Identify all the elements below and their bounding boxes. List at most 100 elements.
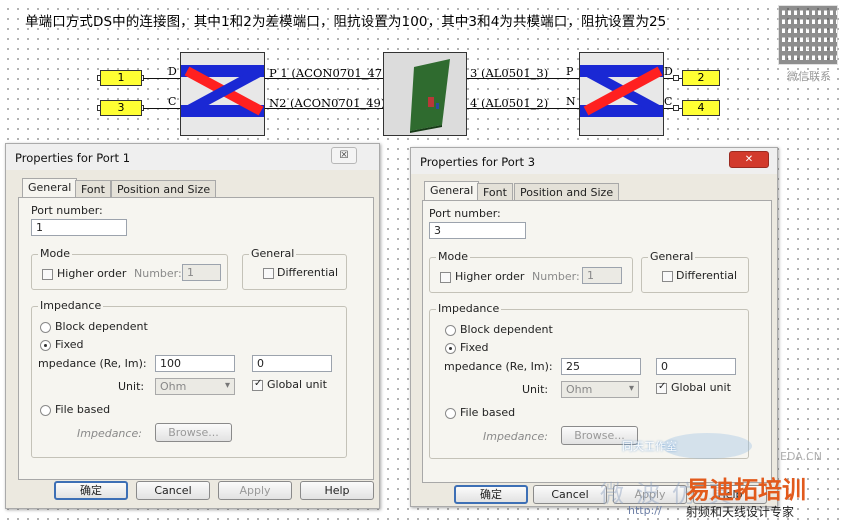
global-unit-checkbox[interactable]	[252, 378, 263, 391]
differential-checkbox[interactable]	[263, 268, 274, 279]
balun-right-pin-n: N	[566, 95, 576, 108]
unit-select[interactable]: Ohm	[561, 381, 639, 398]
wire	[143, 78, 180, 79]
number-input[interactable]: 1	[582, 267, 622, 284]
block-dependent-label: Block dependent	[460, 323, 553, 336]
fixed-label: Fixed	[460, 341, 489, 354]
tab-general[interactable]: General	[424, 181, 480, 200]
tab-position-size[interactable]: Position and Size	[514, 183, 620, 200]
apply-button[interactable]: Apply	[218, 481, 292, 500]
fixed-radio[interactable]	[445, 343, 456, 354]
port-number-input[interactable]: 1	[31, 219, 127, 236]
dialog-port-1: Properties for Port 1 ☒ General Font Pos…	[5, 143, 380, 509]
block-dependent-radio[interactable]	[445, 325, 456, 336]
help-button[interactable]: Help	[300, 481, 374, 500]
port-number-label: Port number:	[429, 207, 501, 220]
unit-label: Unit:	[118, 380, 145, 393]
impedance-file-label: Impedance:	[483, 430, 548, 443]
watermark-top: 同天工作室	[622, 440, 677, 453]
port-4-box[interactable]: 4	[682, 100, 720, 116]
differential-label: Differential	[277, 266, 339, 279]
cancel-button[interactable]: Cancel	[533, 485, 607, 504]
global-unit-label: Global unit	[671, 381, 731, 394]
watermark-orange: 易迪拓培训	[686, 476, 806, 504]
tab-font[interactable]: Font	[477, 183, 513, 200]
impedance-group-title: Impedance	[436, 302, 502, 315]
higher-order-label: Higher order	[455, 270, 525, 283]
ok-button[interactable]: 确定	[454, 485, 528, 504]
signal-label-n2: N2 (ACON0701_49)	[269, 96, 386, 110]
higher-order-checkbox[interactable]	[440, 272, 451, 283]
watermark-slogan: 射频和天线设计专家	[686, 505, 795, 519]
browse-button[interactable]: Browse...	[155, 423, 232, 442]
port-number-label: Port number:	[31, 204, 103, 217]
tab-font[interactable]: Font	[75, 180, 111, 197]
impedance-im-input[interactable]: 0	[656, 358, 736, 375]
file-based-radio[interactable]	[40, 405, 51, 416]
qr-code	[778, 5, 838, 65]
file-based-label: File based	[460, 406, 516, 419]
block-dependent-label: Block dependent	[55, 320, 148, 333]
mode-group-title: Mode	[38, 247, 72, 260]
unit-label: Unit:	[522, 383, 549, 396]
tab-general[interactable]: General	[22, 178, 78, 197]
cancel-button[interactable]: Cancel	[136, 481, 210, 500]
impedance-label: mpedance (Re, Im):	[444, 360, 553, 373]
number-label: Number:	[532, 270, 580, 283]
block-dependent-radio[interactable]	[40, 322, 51, 333]
general-group: General Differential	[641, 250, 749, 293]
higher-order-checkbox[interactable]	[42, 269, 53, 280]
fixed-label: Fixed	[55, 338, 84, 351]
port-4-node	[673, 105, 679, 111]
close-icon[interactable]: ✕	[729, 151, 769, 168]
port-1-box[interactable]: 1	[100, 70, 142, 86]
close-icon[interactable]: ☒	[331, 147, 357, 164]
impedance-file-label: Impedance:	[77, 427, 142, 440]
balun-block-right[interactable]	[579, 52, 664, 136]
balun-block-left[interactable]	[180, 52, 265, 136]
dialog-title: Properties for Port 1	[6, 144, 379, 170]
higher-order-label: Higher order	[57, 267, 127, 280]
figure-caption: 单端口方式DS中的连接图，其中1和2为差模端口，阻抗设置为100，其中3和4为共…	[25, 14, 667, 30]
impedance-group-title: Impedance	[38, 299, 104, 312]
port-2-node	[673, 75, 679, 81]
balun-left-pin-c: C	[168, 95, 177, 108]
number-input[interactable]: 1	[182, 264, 221, 281]
signal-label-p1: P 1 (ACON0701_47)	[269, 66, 387, 80]
qr-caption: 微信联系	[787, 70, 831, 83]
ok-button[interactable]: 确定	[54, 481, 128, 500]
mode-group: Mode Higher order Number: 1	[31, 247, 228, 290]
fixed-radio[interactable]	[40, 340, 51, 351]
mode-group: Mode Higher order Number: 1	[429, 250, 633, 293]
dialog-title: Properties for Port 3	[411, 148, 777, 174]
impedance-im-input[interactable]: 0	[252, 355, 332, 372]
pcb-block[interactable]	[383, 52, 467, 136]
unit-select[interactable]: Ohm	[155, 378, 235, 395]
tab-area: General Font Position and Size Port numb…	[18, 178, 374, 480]
differential-checkbox[interactable]	[662, 271, 673, 282]
file-based-label: File based	[55, 403, 111, 416]
file-based-radio[interactable]	[445, 408, 456, 419]
impedance-re-input[interactable]: 25	[561, 358, 641, 375]
mode-group-title: Mode	[436, 250, 470, 263]
watermark-url: http://	[628, 504, 662, 517]
signal-label-3: 3 (AL0501_3)	[470, 66, 549, 80]
differential-label: Differential	[676, 269, 738, 282]
signal-label-4: 4 (AL0501_2)	[470, 96, 549, 110]
impedance-re-input[interactable]: 100	[155, 355, 235, 372]
wire	[143, 108, 180, 109]
tab-position-size[interactable]: Position and Size	[111, 180, 217, 197]
general-group-title: General	[249, 247, 297, 260]
balun-right-pin-p: P	[566, 65, 574, 78]
port-number-input[interactable]: 3	[429, 222, 526, 239]
balun-right-out-d: D	[664, 65, 673, 78]
number-label: Number:	[134, 267, 182, 280]
global-unit-label: Global unit	[267, 378, 327, 391]
general-group: General Differential	[242, 247, 347, 290]
general-group-title: General	[648, 250, 696, 263]
port-3-box[interactable]: 3	[100, 100, 142, 116]
global-unit-checkbox[interactable]	[656, 381, 667, 394]
impedance-group: Impedance Block dependent Fixed mpedance…	[31, 299, 347, 458]
port-2-box[interactable]: 2	[682, 70, 720, 86]
tab-panel-general: Port number: 1 Mode Higher order Number:…	[18, 197, 374, 480]
